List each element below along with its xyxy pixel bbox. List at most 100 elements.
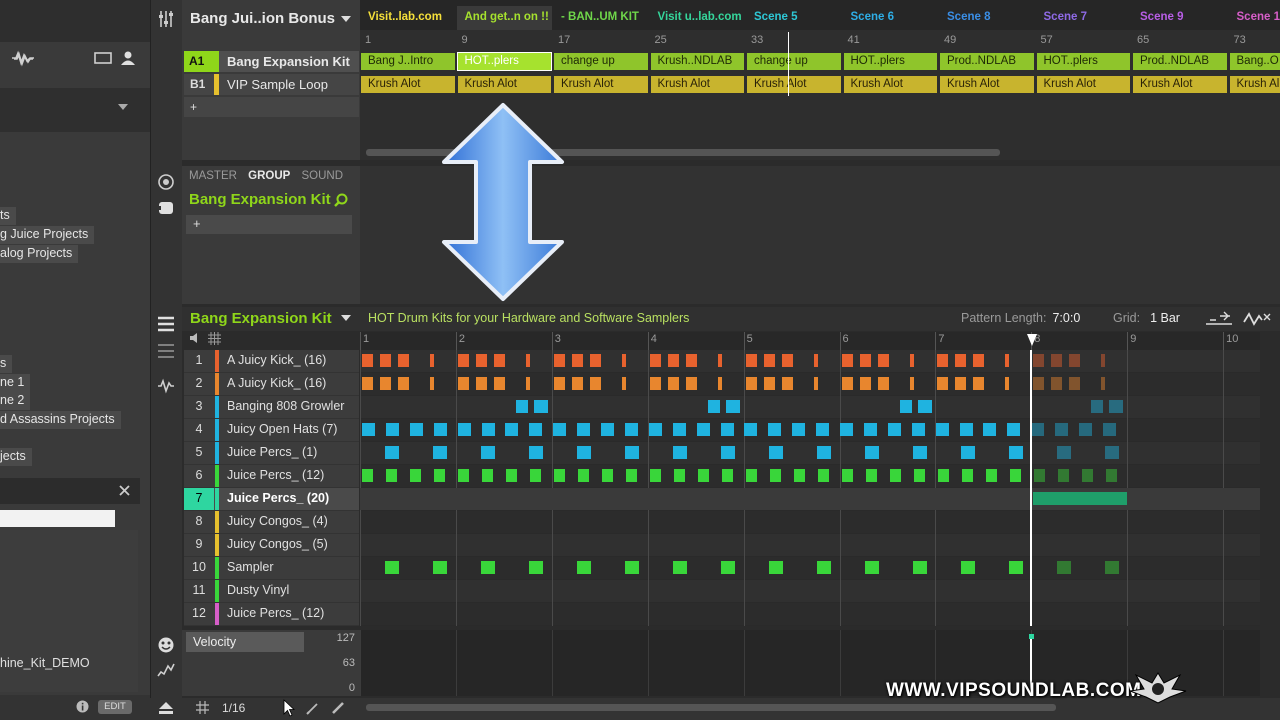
- note[interactable]: [698, 469, 709, 482]
- browser-search-field[interactable]: [0, 510, 115, 527]
- note[interactable]: [493, 354, 505, 367]
- note[interactable]: [842, 469, 853, 482]
- note[interactable]: [722, 469, 733, 482]
- note[interactable]: [648, 423, 662, 436]
- note[interactable]: [720, 423, 734, 436]
- sample-view-icon[interactable]: [157, 378, 175, 394]
- note[interactable]: [525, 377, 530, 390]
- note[interactable]: [685, 354, 697, 367]
- note[interactable]: [818, 469, 829, 482]
- arranger-clip[interactable]: Bang J..Intro: [361, 53, 455, 70]
- note[interactable]: [1009, 561, 1023, 574]
- note[interactable]: [911, 423, 925, 436]
- note[interactable]: [577, 446, 591, 459]
- arranger-clip[interactable]: Krush..NDLAB: [650, 53, 744, 70]
- tab-group[interactable]: GROUP: [248, 170, 290, 182]
- note[interactable]: [1010, 469, 1021, 482]
- note[interactable]: [481, 446, 495, 459]
- browser-item[interactable]: alog Projects: [0, 245, 79, 263]
- group-row-b1[interactable]: B1 VIP Sample Loop: [184, 74, 359, 95]
- note[interactable]: [1101, 377, 1106, 390]
- note[interactable]: [553, 377, 565, 390]
- note[interactable]: [899, 400, 912, 413]
- arranger-clip[interactable]: Krush Alot: [940, 76, 1034, 93]
- close-icon[interactable]: [119, 485, 130, 496]
- note[interactable]: [571, 354, 583, 367]
- note[interactable]: [398, 354, 409, 367]
- note[interactable]: [1105, 561, 1119, 574]
- note[interactable]: [696, 423, 710, 436]
- note[interactable]: [865, 561, 879, 574]
- note[interactable]: [1007, 423, 1021, 436]
- note[interactable]: [768, 423, 782, 436]
- add-slot-button[interactable]: +: [186, 215, 352, 234]
- arranger-clip[interactable]: Krush Alot: [361, 76, 455, 93]
- note[interactable]: [866, 469, 877, 482]
- note[interactable]: [763, 377, 775, 390]
- arranger-clip[interactable]: change up: [554, 53, 648, 70]
- note[interactable]: [362, 423, 375, 436]
- pad-grid-icon[interactable]: [208, 332, 221, 345]
- tab-sound[interactable]: SOUND: [302, 170, 344, 182]
- note[interactable]: [529, 423, 543, 436]
- browser-item[interactable]: jects: [0, 448, 32, 466]
- sound-row[interactable]: 5 Juice Percs_ (1): [184, 442, 359, 464]
- note[interactable]: [959, 423, 973, 436]
- note[interactable]: [938, 469, 949, 482]
- note[interactable]: [362, 354, 373, 367]
- control-lane-icon[interactable]: [157, 636, 175, 654]
- grid-step-icon[interactable]: [196, 701, 209, 714]
- note[interactable]: [530, 469, 541, 482]
- note[interactable]: [841, 377, 853, 390]
- note[interactable]: [685, 377, 697, 390]
- speaker-icon[interactable]: [189, 332, 201, 344]
- note[interactable]: [721, 561, 735, 574]
- browser-item[interactable]: ne 2: [0, 392, 31, 410]
- note[interactable]: [1109, 400, 1124, 413]
- arranger-clip[interactable]: change up: [747, 53, 841, 70]
- note[interactable]: [983, 423, 997, 436]
- tab-master[interactable]: MASTER: [189, 170, 237, 182]
- grid-value[interactable]: 1 Bar: [1150, 311, 1180, 325]
- note[interactable]: [1033, 377, 1045, 390]
- chevron-down-icon[interactable]: [340, 314, 352, 322]
- eraser-icon[interactable]: [331, 701, 345, 715]
- browser-file-item[interactable]: hine_Kit_DEMO: [0, 656, 90, 670]
- note[interactable]: [1091, 400, 1104, 413]
- note[interactable]: [1034, 469, 1045, 482]
- note[interactable]: [430, 377, 434, 390]
- note[interactable]: [386, 469, 397, 482]
- note[interactable]: [1105, 446, 1119, 459]
- note[interactable]: [362, 377, 373, 390]
- group-row-a1[interactable]: A1 Bang Expansion Kit: [184, 51, 359, 72]
- arranger-clip[interactable]: Krush Alot: [1036, 76, 1130, 93]
- note[interactable]: [877, 377, 889, 390]
- note[interactable]: [859, 354, 871, 367]
- note[interactable]: [913, 446, 927, 459]
- note[interactable]: [813, 377, 818, 390]
- note[interactable]: [937, 377, 949, 390]
- note[interactable]: [962, 469, 973, 482]
- note[interactable]: [973, 377, 985, 390]
- project-title[interactable]: Bang Jui..ion Bonus: [190, 10, 335, 27]
- scene-tab[interactable]: Scene 1: [1228, 6, 1280, 30]
- chevron-down-icon[interactable]: [340, 15, 352, 23]
- note[interactable]: [1009, 446, 1023, 459]
- note[interactable]: [935, 423, 949, 436]
- pattern-group-name[interactable]: Bang Expansion Kit: [190, 310, 332, 327]
- note[interactable]: [650, 469, 661, 482]
- search-icon[interactable]: [334, 193, 348, 207]
- note[interactable]: [385, 446, 399, 459]
- note[interactable]: [673, 561, 687, 574]
- note[interactable]: [589, 377, 601, 390]
- note[interactable]: [841, 354, 853, 367]
- note[interactable]: [1033, 492, 1127, 505]
- note[interactable]: [913, 561, 927, 574]
- note[interactable]: [1101, 354, 1106, 367]
- note[interactable]: [917, 400, 932, 413]
- note[interactable]: [817, 446, 831, 459]
- arranger-clip[interactable]: Krush Alot: [843, 76, 937, 93]
- note[interactable]: [877, 354, 889, 367]
- sound-row[interactable]: 9 Juicy Congos_ (5): [184, 534, 359, 556]
- note[interactable]: [410, 469, 421, 482]
